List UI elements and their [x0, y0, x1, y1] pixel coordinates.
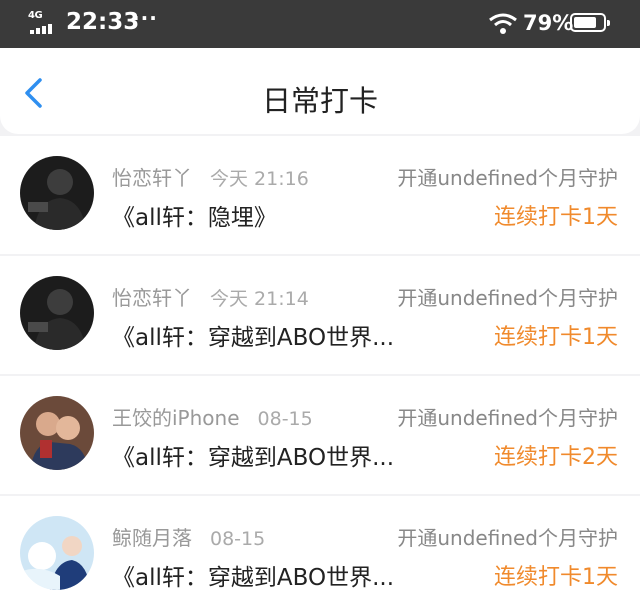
user-name: 怡恋轩丫 今天 21:14 [112, 286, 309, 310]
user-name: 鲸随月落 08-15 [112, 526, 266, 550]
status-time: 22:33 [66, 9, 140, 35]
guard-info: 开通undefined个月守护 [397, 406, 618, 430]
streak-label: 连续打卡1天 [494, 565, 618, 590]
checkin-time: 08-15 [257, 408, 313, 430]
list-item[interactable]: 怡恋轩丫 今天 21:14 开通undefined个月守护 《all轩：穿越到AB… [0, 256, 640, 374]
book-title[interactable]: 《all轩：穿越到ABO世界... [112, 318, 397, 352]
more-notifications-icon: ··· [132, 6, 158, 30]
battery-percent: 79% [523, 11, 574, 35]
page-header: 日常打卡 [0, 48, 640, 134]
checkin-time: 08-15 [210, 528, 266, 550]
book-title[interactable]: 《all轩：穿越到ABO世界... [112, 438, 397, 472]
list-item[interactable]: 鲸随月落 08-15 开通undefined个月守护 《all轩：穿越到ABO世界… [0, 496, 640, 614]
avatar[interactable] [20, 156, 94, 230]
avatar[interactable] [20, 276, 94, 350]
streak-label: 连续打卡1天 [494, 205, 618, 230]
checkin-time: 今天 21:16 [210, 168, 309, 190]
wifi-icon [489, 13, 517, 34]
checkin-time: 今天 21:14 [210, 288, 309, 310]
network-type: 4G [28, 10, 43, 21]
avatar[interactable] [20, 396, 94, 470]
cellular-signal-icon: 4G [28, 10, 58, 36]
user-name: 王饺的iPhone 08-15 [112, 406, 313, 430]
checkin-list: 怡恋轩丫 今天 21:16 开通undefined个月守护 《all轩：隐埋》 连… [0, 134, 640, 614]
book-title[interactable]: 《all轩：穿越到ABO世界... [112, 558, 397, 592]
streak-label: 连续打卡2天 [494, 445, 618, 470]
battery-icon [570, 13, 610, 32]
guard-info: 开通undefined个月守护 [397, 526, 618, 550]
list-item[interactable]: 怡恋轩丫 今天 21:16 开通undefined个月守护 《all轩：隐埋》 连… [0, 136, 640, 254]
page-title: 日常打卡 [261, 84, 378, 118]
streak-label: 连续打卡1天 [494, 325, 618, 350]
book-title[interactable]: 《all轩：隐埋》 [112, 198, 397, 232]
status-bar: 4G 22:33 ··· 79% [0, 0, 640, 48]
guard-info: 开通undefined个月守护 [397, 286, 618, 310]
user-name: 怡恋轩丫 今天 21:16 [112, 166, 309, 190]
guard-info: 开通undefined个月守护 [397, 166, 618, 190]
list-item[interactable]: 王饺的iPhone 08-15 开通undefined个月守护 《all轩：穿越到… [0, 376, 640, 494]
avatar[interactable] [20, 516, 94, 590]
